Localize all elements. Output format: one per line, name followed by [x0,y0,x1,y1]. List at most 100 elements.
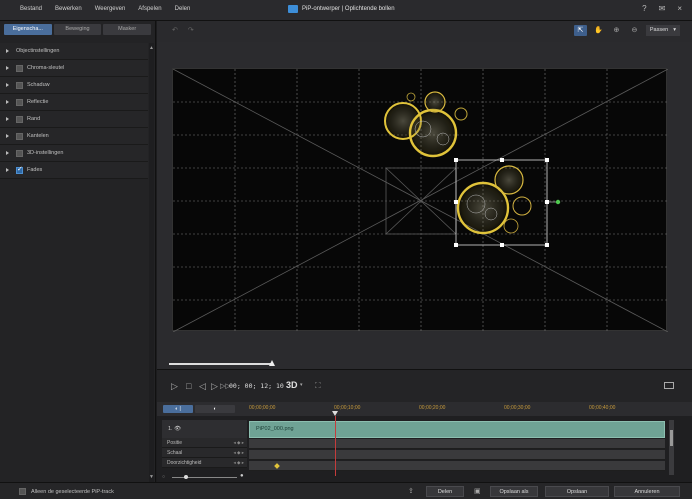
menu-file[interactable]: Bestand [20,6,42,12]
prop-shadow[interactable]: Schaduw [0,77,148,94]
help-icon[interactable]: ? [642,4,646,13]
keyframe-row-scale[interactable]: Schaal ◂ ◆ ▸ [162,448,247,458]
close-icon[interactable]: × [677,4,682,13]
keyframe-row-position[interactable]: Positie ◂ ◆ ▸ [162,438,247,448]
previous-frame-icon[interactable]: ◁ [199,381,206,392]
tab-properties[interactable]: Eigenscha... [4,24,52,35]
next-frame-icon[interactable]: ▷ [211,381,218,392]
timeline-mode-button-2[interactable]: ◐ [195,405,235,413]
preview-canvas[interactable] [172,68,668,332]
prop-fades[interactable]: Fades [0,162,148,179]
selected-object[interactable] [454,158,561,247]
save-as-button[interactable]: Opslaan als [490,486,538,497]
keyframe-buttons[interactable]: ◂ ◆ ▸ [234,448,244,457]
properties-panel: Eigenscha... Beweging Masker Objectinste… [0,21,156,482]
checkbox[interactable] [16,115,23,123]
track-label[interactable]: 1. 👁 [162,420,247,438]
menu-share[interactable]: Delen [175,6,191,12]
window-controls: ? ✉ × [642,4,682,13]
slider-thumb[interactable] [269,360,275,366]
keyframe-row-opacity[interactable]: Doorzichtigheid ◂ ◆ ▸ [162,458,247,468]
stop-icon[interactable]: □ [186,381,191,391]
playhead-line[interactable] [335,416,336,476]
timeline-mode-buttons: ◐ | ◐ [163,405,235,413]
save-button[interactable]: Opslaan [545,486,609,497]
expand-icon[interactable] [6,66,9,70]
playback-bar: ▷ □ ◁ ▷ ▷▷ 00; 00; 12; 10 3D ▾ ⛶ [157,369,692,402]
expand-icon[interactable] [6,49,9,53]
keyframe-track-opacity[interactable] [249,461,665,471]
share-button[interactable]: Delen [426,486,464,497]
keyframe-track-position[interactable] [249,439,665,449]
timeline: ◐ | ◐ 00;00;00;00 00;00;10;00 00;00;20;0… [157,402,692,482]
fit-dropdown[interactable]: Passen ▾ [645,25,680,36]
redo-icon[interactable]: ↷ [188,26,194,34]
3d-mode-button[interactable]: 3D [286,380,298,390]
mode-label: ◐ [213,406,217,412]
checkbox[interactable] [16,132,23,140]
safe-area-guides [173,69,668,332]
checkbox[interactable] [16,81,23,89]
prop-border[interactable]: Rand [0,111,148,128]
expand-icon[interactable] [6,100,9,104]
tab-mask[interactable]: Masker [103,24,152,35]
select-tool-icon[interactable]: ⇱ [573,25,587,36]
expand-icon[interactable] [6,117,9,121]
expand-icon[interactable] [6,168,9,172]
prop-label: Fades [27,167,43,173]
zoom-out-icon[interactable]: ○ [162,474,165,480]
zoom-in-icon[interactable]: ● [240,473,244,479]
preview-position-slider[interactable] [157,355,692,369]
play-icon[interactable]: ▷ [171,381,178,392]
keyframe-buttons[interactable]: ◂ ◆ ▸ [234,438,244,447]
timeline-scrollbar[interactable] [669,420,674,475]
keyframe-buttons[interactable]: ◂ ◆ ▸ [234,458,244,467]
share-icon[interactable]: ⇪ [408,487,414,495]
menu-view[interactable]: Weergeven [95,6,126,12]
timeline-clip[interactable]: PiP02_000.png [249,421,665,438]
expand-icon[interactable] [6,83,9,87]
zoom-slider[interactable] [172,477,237,478]
timecode[interactable]: 00; 00; 12; 10 [229,382,284,390]
checkbox-checked[interactable] [16,165,23,174]
prop-object-settings[interactable]: Objectinstellingen [0,43,148,60]
fullscreen-icon[interactable]: ⛶ [315,381,321,391]
prop-label: Reflectie [27,99,49,105]
scroll-thumb[interactable] [670,430,673,446]
prop-3d-settings[interactable]: 3D-instellingen [0,145,148,162]
slider-track[interactable] [169,363,272,365]
menu-edit[interactable]: Bewerken [55,6,82,12]
tab-motion[interactable]: Beweging [53,24,102,35]
checkbox[interactable] [16,149,23,157]
zoom-thumb[interactable] [184,475,188,479]
clip-name: PiP02_000.png [256,426,294,432]
zoom-in-icon[interactable]: ⊕ [610,25,623,36]
checkbox[interactable] [19,488,26,495]
scroll-down-icon[interactable]: ▼ [149,474,154,480]
chevron-down-icon[interactable]: ▾ [300,382,303,388]
hand-tool-icon[interactable]: ✋ [592,25,605,36]
scroll-up-icon[interactable]: ▲ [149,45,154,51]
keyframe-track-scale[interactable] [249,450,665,460]
expand-icon[interactable] [6,134,9,138]
only-selected-option[interactable]: Alleen de geselecteerde PiP-track [19,488,114,495]
key-row-label: Positie [167,440,183,446]
panel-scrollbar[interactable]: ▲ ▼ [149,43,154,482]
checkbox[interactable] [16,64,23,72]
prop-reflection[interactable]: Reflectie [0,94,148,111]
keyframe-marker[interactable] [274,463,280,469]
cancel-button[interactable]: Annuleren [614,486,680,497]
zoom-out-icon[interactable]: ⊖ [628,25,641,36]
expand-icon[interactable] [6,151,9,155]
prop-flip[interactable]: Kantelen [0,128,148,145]
timeline-ruler[interactable]: 00;00;00;00 00;00;10;00 00;00;20;00 00;0… [249,402,692,416]
prop-chroma-key[interactable]: Chroma-sleutel [0,60,148,77]
undo-icon[interactable]: ↶ [172,26,178,34]
display-mode-icon[interactable] [664,382,674,389]
bubble-cluster-top [384,91,468,158]
timeline-mode-button[interactable]: ◐ | [163,405,193,413]
save-as-icon[interactable]: ▣ [474,487,481,495]
checkbox[interactable] [16,98,23,106]
menu-play[interactable]: Afspelen [138,6,161,12]
feedback-icon[interactable]: ✉ [659,4,666,13]
